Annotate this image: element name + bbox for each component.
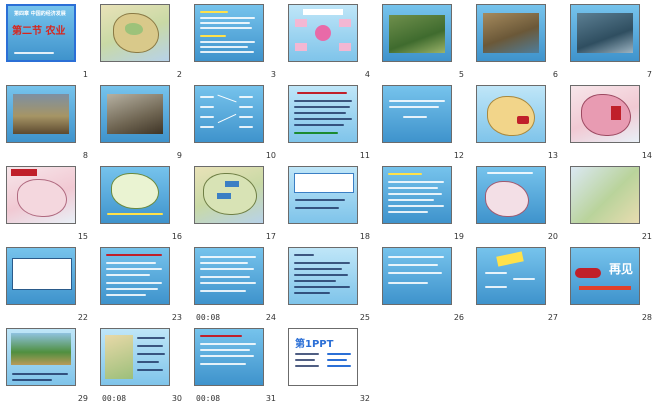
slide-cell-3[interactable]: 3 bbox=[192, 4, 286, 86]
regional-map bbox=[571, 167, 639, 223]
china-map-icon bbox=[17, 179, 67, 217]
slide-thumbnail-6[interactable] bbox=[476, 4, 546, 62]
slide-cell-4[interactable]: 4 bbox=[286, 4, 380, 86]
slide-thumbnail-10[interactable] bbox=[194, 85, 264, 143]
slide-thumbnail-11[interactable] bbox=[288, 85, 358, 143]
slide-cell-15[interactable]: 15 bbox=[4, 166, 98, 248]
slide-thumbnail-15[interactable] bbox=[6, 166, 76, 224]
slide-cell-31[interactable]: 00:08 31 bbox=[192, 328, 286, 410]
slide-cell-12[interactable]: 12 bbox=[380, 85, 474, 167]
slide-thumbnail-5[interactable] bbox=[382, 4, 452, 62]
slide-cell-20[interactable]: 20 bbox=[474, 166, 568, 248]
slide-cell-30[interactable]: 00:08 30 bbox=[98, 328, 192, 410]
slide-cell-6[interactable]: 6 bbox=[474, 4, 568, 86]
slide-cell-27[interactable]: 27 bbox=[474, 247, 568, 329]
slide-cell-19[interactable]: 19 bbox=[380, 166, 474, 248]
china-map-icon bbox=[581, 94, 631, 136]
slide-thumbnail-12[interactable] bbox=[382, 85, 452, 143]
slide-thumbnail-8[interactable] bbox=[6, 85, 76, 143]
slide-cell-22[interactable]: 22 bbox=[4, 247, 98, 329]
slide-cell-8[interactable]: 8 bbox=[4, 85, 98, 167]
slide-thumbnail-31[interactable] bbox=[194, 328, 264, 386]
slide-thumbnail-1[interactable]: 第四章 中国的经济发展 第二节 农业 bbox=[6, 4, 76, 62]
slide-number: 1 bbox=[82, 70, 88, 79]
slide-cell-21[interactable]: 21 bbox=[568, 166, 660, 248]
slide-thumbnail-21[interactable] bbox=[570, 166, 640, 224]
slide-thumbnail-18[interactable] bbox=[288, 166, 358, 224]
slide-cell-18[interactable]: 18 bbox=[286, 166, 380, 248]
slide-thumbnail-29[interactable] bbox=[6, 328, 76, 386]
slide-cell-14[interactable]: 14 bbox=[568, 85, 660, 167]
slide-cell-16[interactable]: 16 bbox=[98, 166, 192, 248]
slide-cell-28[interactable]: 再见 28 bbox=[568, 247, 660, 329]
slide-cell-9[interactable]: 9 bbox=[98, 85, 192, 167]
slide-cell-13[interactable]: 13 bbox=[474, 85, 568, 167]
slide-cell-24[interactable]: 00:08 24 bbox=[192, 247, 286, 329]
slide-cell-17[interactable]: 17 bbox=[192, 166, 286, 248]
table-figure bbox=[12, 258, 72, 290]
slide-thumbnail-25[interactable] bbox=[288, 247, 358, 305]
fishing-photo bbox=[577, 13, 633, 53]
transition-timing: 00:08 bbox=[196, 394, 221, 403]
field-photo bbox=[389, 15, 445, 53]
slide-cell-7[interactable]: 7 bbox=[568, 4, 660, 86]
slide-thumbnail-2[interactable] bbox=[100, 4, 170, 62]
slide-thumbnail-7[interactable] bbox=[570, 4, 640, 62]
slide-thumbnail-27[interactable] bbox=[476, 247, 546, 305]
slide-cell-26[interactable]: 26 bbox=[380, 247, 474, 329]
slide-cell-5[interactable]: 5 bbox=[380, 4, 474, 86]
farming-photo bbox=[483, 13, 539, 53]
transition-timing: 00:08 bbox=[102, 394, 127, 403]
slide-cell-10[interactable]: 10 bbox=[192, 85, 286, 167]
slide-thumbnail-20[interactable] bbox=[476, 166, 546, 224]
slide-thumbnail-24[interactable] bbox=[194, 247, 264, 305]
slide-thumbnail-4[interactable] bbox=[288, 4, 358, 62]
slide-thumbnail-9[interactable] bbox=[100, 85, 170, 143]
slide-thumbnail-26[interactable] bbox=[382, 247, 452, 305]
slide-cell-32[interactable]: 第1PPT 32 bbox=[286, 328, 380, 410]
slide-cell-25[interactable]: 25 bbox=[286, 247, 380, 329]
slide-thumbnail-16[interactable] bbox=[100, 166, 170, 224]
forestry-photo bbox=[107, 94, 163, 134]
slide-thumbnail-3[interactable] bbox=[194, 4, 264, 62]
slide-thumbnail-28[interactable]: 再见 bbox=[570, 247, 640, 305]
slide-sorter-grid: 第四章 中国的经济发展 第二节 农业 1 2 3 4 5 6 7 8 9 10 … bbox=[0, 0, 660, 410]
slide-thumbnail-14[interactable] bbox=[570, 85, 640, 143]
grassland-photo bbox=[13, 94, 69, 134]
slide-thumbnail-22[interactable] bbox=[6, 247, 76, 305]
map-region bbox=[125, 23, 143, 35]
slide-thumbnail-23[interactable] bbox=[100, 247, 170, 305]
slide-cell-29[interactable]: 29 bbox=[4, 328, 98, 410]
slide-cell-23[interactable]: 23 bbox=[98, 247, 192, 329]
slide-cell-1[interactable]: 第四章 中国的经济发展 第二节 农业 1 bbox=[4, 4, 98, 86]
transition-timing: 00:08 bbox=[196, 313, 221, 322]
china-map-icon bbox=[485, 181, 529, 217]
slide-cell-2[interactable]: 2 bbox=[98, 4, 192, 86]
center-node-icon bbox=[315, 25, 331, 41]
goodbye-text: 再见 bbox=[609, 262, 634, 276]
slide-thumbnail-32[interactable]: 第1PPT bbox=[288, 328, 358, 386]
slide-thumbnail-30[interactable] bbox=[100, 328, 170, 386]
slide-thumbnail-19[interactable] bbox=[382, 166, 452, 224]
slide-thumbnail-13[interactable] bbox=[476, 85, 546, 143]
slide-cell-11[interactable]: 11 bbox=[286, 85, 380, 167]
slide-thumbnail-17[interactable] bbox=[194, 166, 264, 224]
